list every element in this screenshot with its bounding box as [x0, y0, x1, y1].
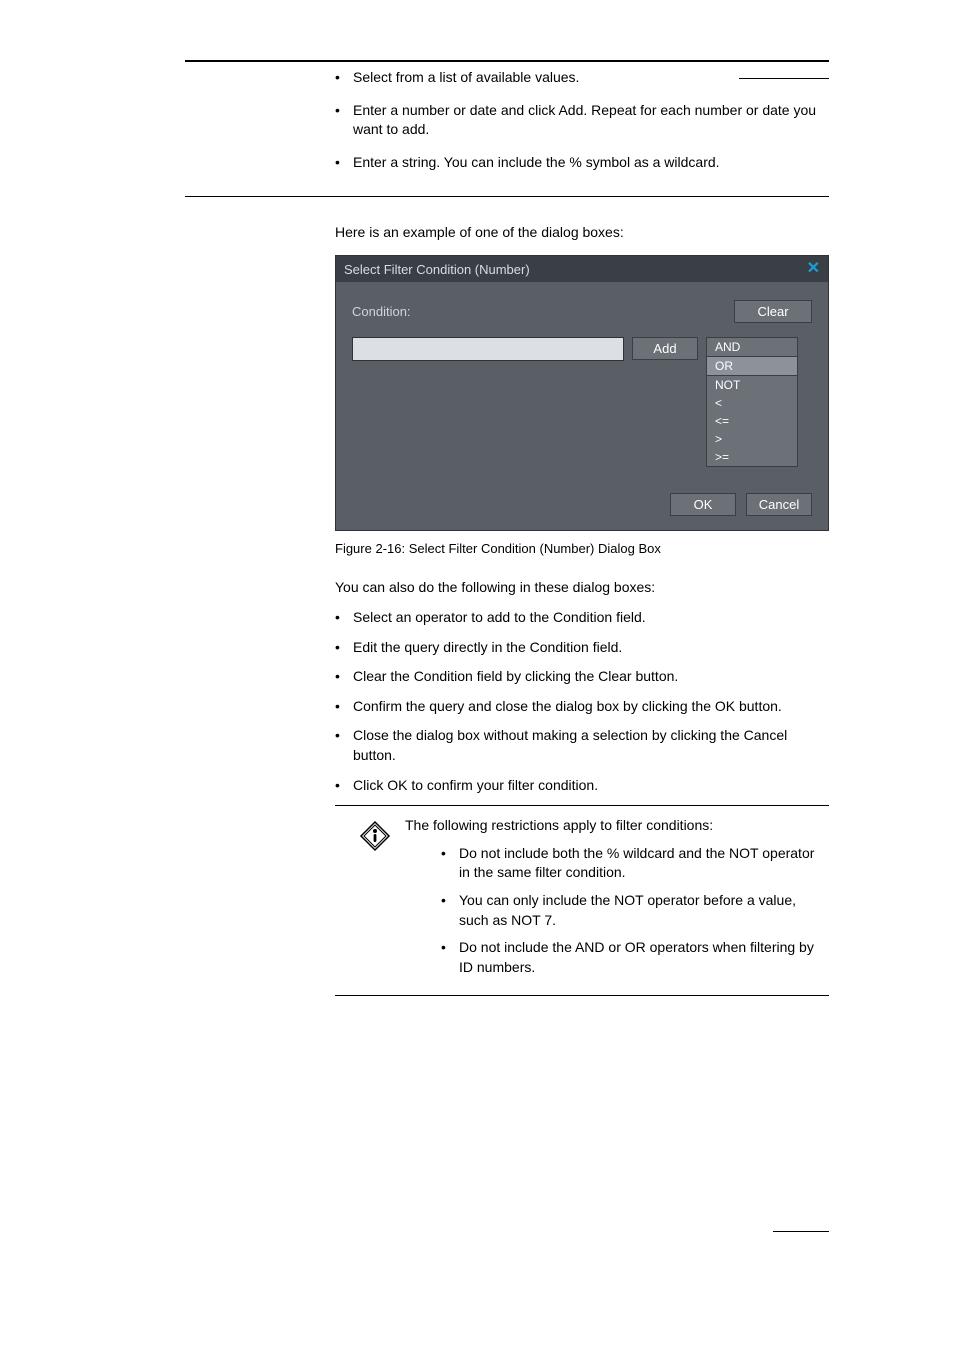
pre-list-block: Select from a list of available values. … — [185, 68, 829, 186]
footer-rule — [773, 1231, 829, 1232]
list-item: Select an operator to add to the Conditi… — [335, 608, 829, 628]
note-icon — [359, 820, 391, 852]
operator-item[interactable]: AND — [707, 338, 797, 356]
actions-list: Select an operator to add to the Conditi… — [335, 608, 829, 795]
list-item: Do not include both the % wildcard and t… — [441, 844, 829, 883]
section-divider — [185, 60, 829, 62]
close-icon[interactable]: ✕ — [807, 261, 820, 277]
operator-item[interactable]: >= — [707, 448, 797, 466]
condition-input[interactable] — [352, 337, 624, 361]
operator-item[interactable]: > — [707, 430, 797, 448]
list-item: Enter a string. You can include the % sy… — [335, 153, 829, 172]
dialog-titlebar: Select Filter Condition (Number) ✕ — [336, 256, 828, 282]
intro-paragraph: Here is an example of one of the dialog … — [335, 223, 829, 242]
note-intro: The following restrictions apply to filt… — [405, 817, 713, 833]
list-item: Click OK to confirm your filter conditio… — [335, 776, 829, 796]
list-item: You can only include the NOT operator be… — [441, 891, 829, 930]
ok-button[interactable]: OK — [670, 493, 736, 516]
operator-list[interactable]: AND OR NOT < <= > >= — [706, 337, 798, 467]
note-block: The following restrictions apply to filt… — [335, 805, 829, 996]
operator-item[interactable]: <= — [707, 412, 797, 430]
document-page: { "first_list": { "items": [ "Select fro… — [0, 0, 954, 1350]
section-divider — [185, 196, 829, 197]
dialog-window: Select Filter Condition (Number) ✕ Condi… — [335, 255, 829, 531]
operator-item[interactable]: NOT — [707, 376, 797, 394]
condition-label: Condition: — [352, 304, 411, 319]
operator-item-selected[interactable]: OR — [707, 356, 797, 376]
dialog-title: Select Filter Condition (Number) — [344, 262, 530, 277]
list-item: Clear the Condition field by clicking th… — [335, 667, 829, 687]
list-item: Do not include the AND or OR operators w… — [441, 938, 829, 977]
list-item: Enter a number or date and click Add. Re… — [335, 101, 829, 139]
figure-caption: Figure 2-16: Select Filter Condition (Nu… — [335, 541, 829, 556]
figure-dialog: Select Filter Condition (Number) ✕ Condi… — [335, 255, 829, 531]
note-list: Do not include both the % wildcard and t… — [405, 844, 829, 978]
add-button[interactable]: Add — [632, 337, 698, 360]
list-item: Select from a list of available values. — [335, 68, 829, 87]
list-item: Edit the query directly in the Condition… — [335, 638, 829, 658]
list-item: Close the dialog box without making a se… — [335, 726, 829, 765]
clear-button[interactable]: Clear — [734, 300, 812, 323]
list-item: Confirm the query and close the dialog b… — [335, 697, 829, 717]
cancel-button[interactable]: Cancel — [746, 493, 812, 516]
paragraph: You can also do the following in these d… — [335, 578, 829, 598]
method-list: Select from a list of available values. … — [335, 68, 829, 172]
operator-item[interactable]: < — [707, 394, 797, 412]
